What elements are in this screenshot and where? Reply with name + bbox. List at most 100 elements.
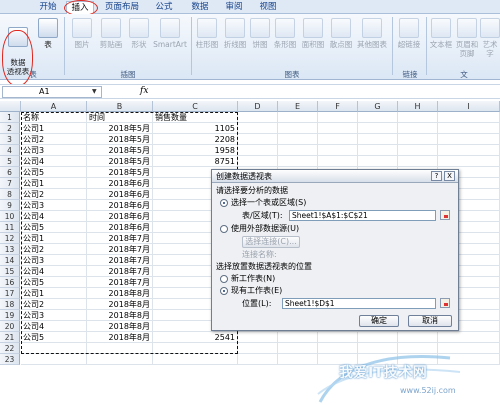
cell[interactable] <box>238 145 278 156</box>
area-chart-button[interactable]: 面积图 <box>299 18 327 49</box>
cell[interactable]: 公司1 <box>21 288 87 299</box>
radio-new-worksheet[interactable]: 新工作表(N) <box>220 274 275 284</box>
column-header-c[interactable]: C <box>153 101 238 112</box>
cell[interactable] <box>438 123 500 134</box>
column-header-a[interactable]: A <box>21 101 87 112</box>
cell[interactable]: 公司5 <box>21 167 87 178</box>
cell[interactable] <box>318 145 358 156</box>
cell[interactable] <box>398 123 438 134</box>
other-charts-button[interactable]: 其他图表 <box>355 18 389 49</box>
cell[interactable]: 2018年6月 <box>87 200 153 211</box>
cell[interactable]: 公司5 <box>21 332 87 343</box>
clipart-button[interactable]: 剪贴画 <box>96 18 126 49</box>
cell[interactable]: 公司3 <box>21 310 87 321</box>
cell[interactable]: 时间 <box>87 112 153 123</box>
cell[interactable]: 1958 <box>153 145 238 156</box>
column-header-h[interactable]: H <box>398 101 438 112</box>
column-header-f[interactable]: F <box>318 101 358 112</box>
row-header[interactable]: 2 <box>0 123 20 134</box>
hyperlink-button[interactable]: 超链接 <box>394 18 424 49</box>
tab-view[interactable]: 视图 <box>254 1 282 14</box>
row-header[interactable]: 23 <box>0 354 20 365</box>
cell[interactable]: 2018年5月 <box>87 167 153 178</box>
cell[interactable] <box>238 354 278 365</box>
row-header[interactable]: 12 <box>0 233 20 244</box>
cell[interactable]: 2541 <box>153 332 238 343</box>
cell[interactable]: 2018年7月 <box>87 266 153 277</box>
cell[interactable]: 公司4 <box>21 266 87 277</box>
cell[interactable]: 销售数量 <box>153 112 238 123</box>
cell[interactable] <box>358 112 398 123</box>
radio-select-range[interactable]: 选择一个表或区域(S) <box>220 198 306 208</box>
cell[interactable]: 公司1 <box>21 178 87 189</box>
cell[interactable]: 2018年8月 <box>87 299 153 310</box>
range-picker-icon[interactable] <box>440 210 450 220</box>
cell[interactable]: 公司2 <box>21 134 87 145</box>
cell[interactable] <box>358 332 398 343</box>
cell[interactable]: 名称 <box>21 112 87 123</box>
cell[interactable] <box>438 156 500 167</box>
cell[interactable] <box>21 354 87 365</box>
row-header[interactable]: 7 <box>0 178 20 189</box>
cell[interactable] <box>87 354 153 365</box>
row-header[interactable]: 6 <box>0 167 20 178</box>
cell[interactable]: 2018年5月 <box>87 123 153 134</box>
cell[interactable]: 公司2 <box>21 189 87 200</box>
row-header[interactable]: 3 <box>0 134 20 145</box>
name-box[interactable]: A1 <box>2 86 102 98</box>
cell[interactable] <box>278 112 318 123</box>
tab-page-layout[interactable]: 页面布局 <box>100 1 144 14</box>
cell[interactable]: 公司5 <box>21 277 87 288</box>
cell[interactable] <box>238 343 278 354</box>
cell[interactable]: 公司4 <box>21 321 87 332</box>
cancel-button[interactable]: 取消 <box>408 315 452 327</box>
cell[interactable] <box>398 112 438 123</box>
cell[interactable] <box>278 145 318 156</box>
tab-home[interactable]: 开始 <box>34 1 62 14</box>
tab-review[interactable]: 审阅 <box>220 1 248 14</box>
cell[interactable]: 公司2 <box>21 244 87 255</box>
cell[interactable]: 2018年6月 <box>87 189 153 200</box>
row-header[interactable]: 11 <box>0 222 20 233</box>
cell[interactable]: 2018年8月 <box>87 332 153 343</box>
cell[interactable]: 2018年6月 <box>87 222 153 233</box>
shapes-button[interactable]: 形状 <box>126 18 152 49</box>
column-header-d[interactable]: D <box>238 101 278 112</box>
range-input[interactable]: Sheet1!$A$1:$C$21 <box>289 210 436 221</box>
radio-existing-worksheet[interactable]: 现有工作表(E) <box>220 286 282 296</box>
location-input[interactable]: Sheet1!$D$1 <box>282 298 436 309</box>
row-header[interactable]: 14 <box>0 255 20 266</box>
row-header[interactable]: 1 <box>0 112 20 123</box>
radio-external-source[interactable]: 使用外部数据源(U) <box>220 224 299 234</box>
row-header[interactable]: 21 <box>0 332 20 343</box>
cell[interactable] <box>398 145 438 156</box>
cell[interactable]: 2018年8月 <box>87 288 153 299</box>
cell[interactable]: 1105 <box>153 123 238 134</box>
cell[interactable] <box>278 332 318 343</box>
cell[interactable] <box>318 112 358 123</box>
smartart-button[interactable]: SmartArt <box>152 18 188 49</box>
wordart-button[interactable]: 艺术字 <box>480 18 500 58</box>
cell[interactable] <box>153 343 238 354</box>
row-header[interactable]: 5 <box>0 156 20 167</box>
help-button[interactable]: ? <box>431 171 442 181</box>
cell[interactable] <box>21 343 87 354</box>
cell[interactable] <box>153 354 238 365</box>
row-header[interactable]: 4 <box>0 145 20 156</box>
cell[interactable] <box>238 123 278 134</box>
select-all-corner[interactable] <box>0 101 21 112</box>
line-chart-button[interactable]: 折线图 <box>221 18 249 49</box>
cell[interactable] <box>318 123 358 134</box>
cell[interactable] <box>438 145 500 156</box>
cell[interactable]: 2018年7月 <box>87 277 153 288</box>
cell[interactable] <box>398 134 438 145</box>
cell[interactable] <box>238 156 278 167</box>
cell[interactable] <box>278 134 318 145</box>
cell[interactable] <box>358 145 398 156</box>
cell[interactable]: 公司3 <box>21 200 87 211</box>
cell[interactable]: 2208 <box>153 134 238 145</box>
row-header[interactable]: 15 <box>0 266 20 277</box>
cell[interactable]: 公司3 <box>21 145 87 156</box>
cell[interactable]: 公司4 <box>21 211 87 222</box>
cell[interactable] <box>238 134 278 145</box>
